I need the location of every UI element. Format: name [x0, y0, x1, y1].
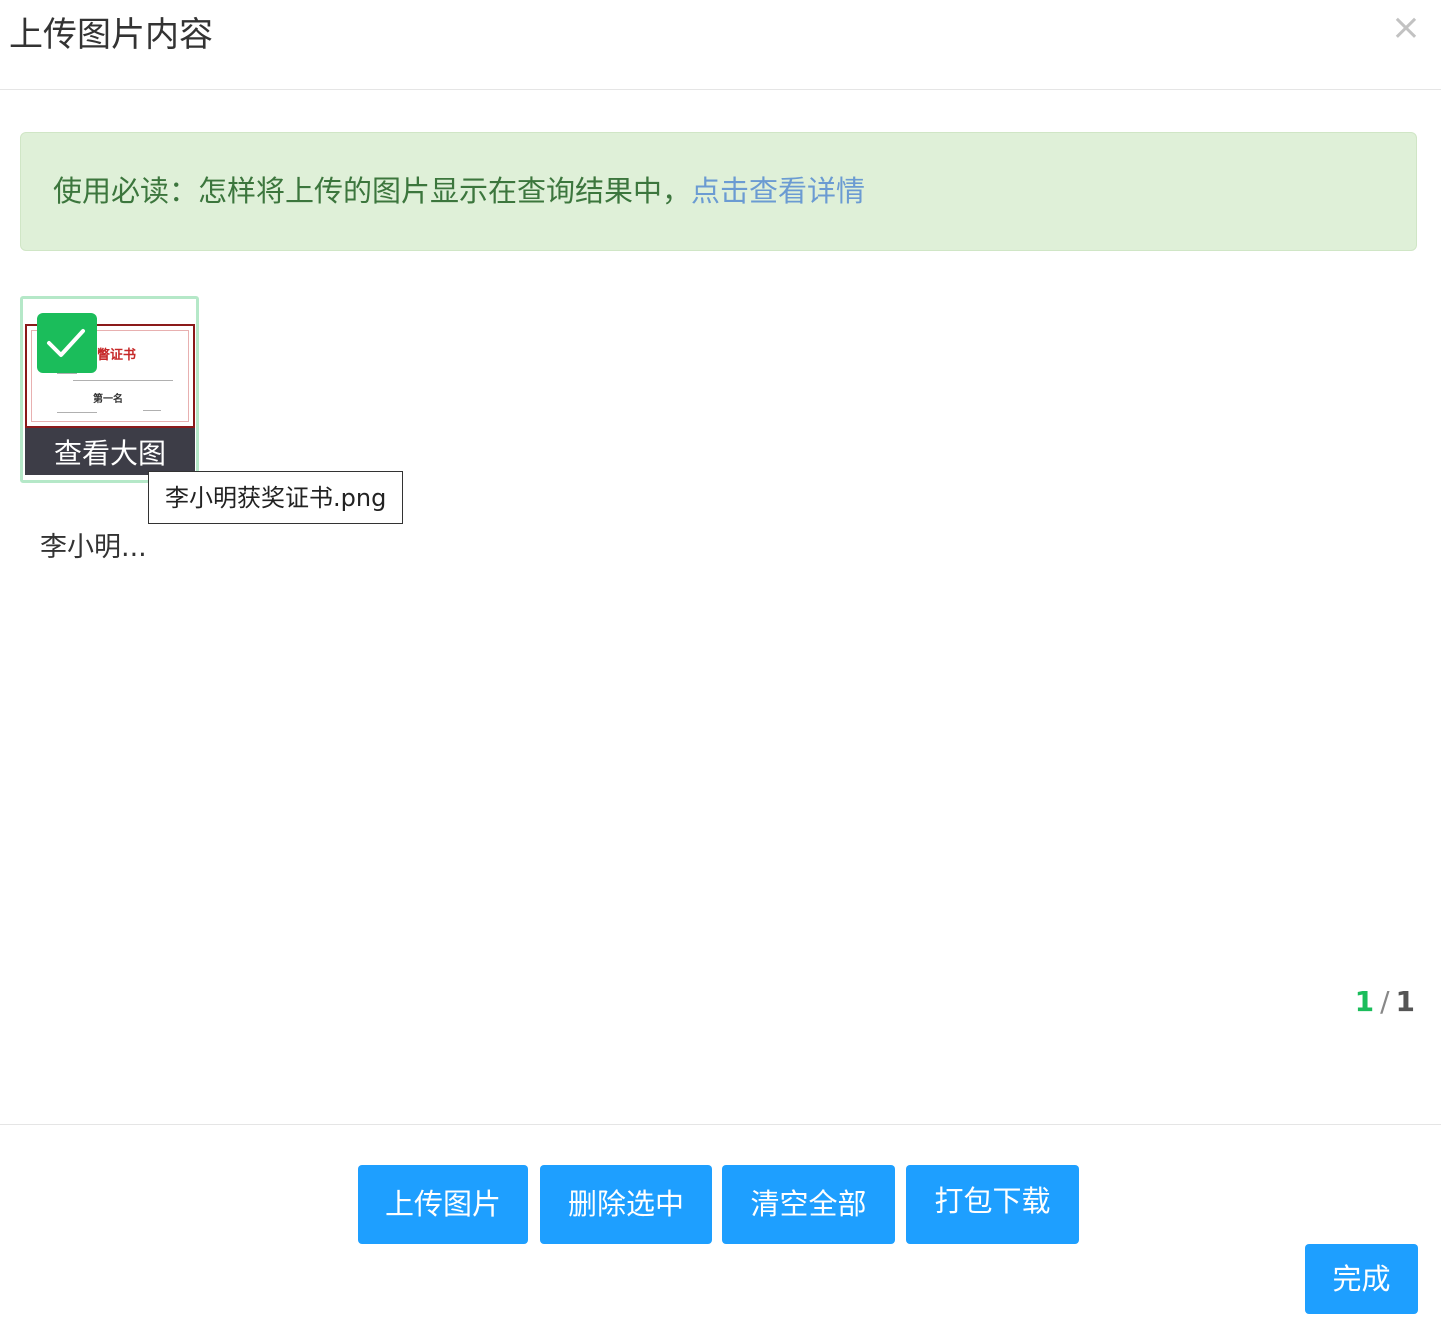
- clear-all-button[interactable]: 清空全部: [722, 1165, 895, 1244]
- image-filename: 李小明...: [40, 532, 147, 563]
- checkmark-icon: [47, 329, 85, 357]
- footer-divider: [0, 1124, 1441, 1125]
- pagination: 1/1: [1355, 982, 1415, 1022]
- done-button[interactable]: 完成: [1305, 1244, 1418, 1314]
- download-zip-button[interactable]: 打包下载: [906, 1165, 1079, 1244]
- upload-image-button[interactable]: 上传图片: [358, 1165, 528, 1244]
- image-thumbnail[interactable]: 瞥证书 第一名 查看大图: [20, 296, 199, 483]
- dialog-title: 上传图片内容: [9, 15, 213, 55]
- notice-message: 使用必读：怎样将上传的图片显示在查询结果中，: [53, 174, 692, 208]
- certificate-preview-award: 第一名: [93, 394, 123, 405]
- delete-selected-button[interactable]: 删除选中: [540, 1165, 712, 1244]
- pagination-current: 1: [1354, 985, 1375, 1018]
- notice-text: 使用必读：怎样将上传的图片显示在查询结果中，点击查看详情: [53, 173, 865, 209]
- filename-tooltip: 李小明获奖证书.png: [148, 471, 404, 524]
- notice-banner: 使用必读：怎样将上传的图片显示在查询结果中，点击查看详情: [20, 132, 1417, 251]
- notice-details-link[interactable]: 点击查看详情: [691, 174, 865, 208]
- selected-check-icon[interactable]: [37, 313, 97, 373]
- certificate-preview-heading: 瞥证书: [97, 348, 137, 363]
- pagination-separator: /: [1380, 985, 1390, 1018]
- close-icon[interactable]: ×: [1386, 8, 1426, 48]
- view-large-button[interactable]: 查看大图: [25, 428, 195, 475]
- dialog-header: 上传图片内容 ×: [0, 0, 1441, 90]
- pagination-total: 1: [1395, 985, 1415, 1018]
